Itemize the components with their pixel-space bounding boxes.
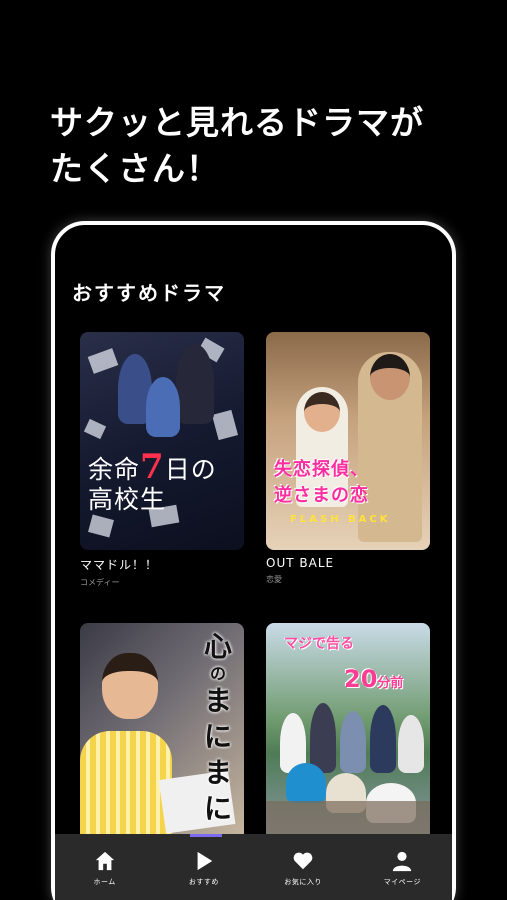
phone-frame: おすすめドラマ 余命7日の 高校生 ママドル！！ コメディー 失恋探偵、 逆さま… bbox=[51, 221, 456, 900]
drama-poster[interactable]: 余命7日の 高校生 bbox=[80, 332, 244, 550]
drama-title[interactable]: OUT BALE bbox=[266, 556, 430, 570]
user-icon bbox=[393, 851, 412, 872]
tab-label: ホーム bbox=[93, 878, 116, 886]
drama-card[interactable]: 心 の ま に ま に bbox=[80, 623, 244, 841]
drama-poster[interactable]: 失恋探偵、 逆さまの恋 FLASH BACK bbox=[266, 332, 430, 550]
drama-poster[interactable]: 心 の ま に ま に bbox=[80, 623, 244, 841]
tab-recommend[interactable]: おすすめ bbox=[159, 850, 249, 887]
home-icon bbox=[95, 851, 114, 871]
tab-label: おすすめ bbox=[188, 878, 219, 886]
drama-poster[interactable]: マジで告る 20分前 bbox=[266, 623, 430, 841]
poster-title-number: 20分前 bbox=[344, 665, 404, 693]
heart-icon bbox=[293, 852, 313, 870]
tab-home[interactable]: ホーム bbox=[60, 850, 150, 887]
poster-title-text: 心 の ま に ま に bbox=[203, 630, 232, 825]
tab-label: マイページ bbox=[383, 878, 422, 886]
poster-title-text: 余命7日の 高校生 bbox=[88, 447, 217, 514]
headline-line-1: サクッと見れるドラマが bbox=[50, 103, 424, 142]
poster-title-text: 失恋探偵、 逆さまの恋 bbox=[274, 459, 369, 506]
drama-card[interactable]: 失恋探偵、 逆さまの恋 FLASH BACK OUT BALE 恋愛 bbox=[266, 332, 430, 585]
drama-card[interactable]: マジで告る 20分前 bbox=[266, 623, 430, 841]
play-icon bbox=[197, 851, 213, 871]
drama-genre: 恋愛 bbox=[266, 575, 282, 584]
drama-genre: コメディー bbox=[80, 578, 120, 587]
promo-headline: サクッと見れるドラマが たくさん！ bbox=[50, 100, 424, 192]
drama-card[interactable]: 余命7日の 高校生 ママドル！！ コメディー bbox=[80, 332, 244, 588]
tab-favorites[interactable]: お気に入り bbox=[258, 850, 348, 887]
section-title: おすすめドラマ bbox=[72, 281, 226, 305]
active-tab-indicator bbox=[190, 834, 222, 837]
headline-line-2: たくさん！ bbox=[50, 149, 220, 188]
poster-subtitle-text: FLASH BACK bbox=[290, 514, 391, 525]
tab-label: お気に入り bbox=[284, 878, 322, 886]
tab-mypage[interactable]: マイページ bbox=[357, 850, 447, 887]
bottom-tab-bar: ホーム おすすめ お気に入り マイページ bbox=[55, 834, 452, 900]
drama-title[interactable]: ママドル！！ bbox=[80, 556, 244, 573]
poster-title-text: マジで告る bbox=[284, 636, 354, 652]
